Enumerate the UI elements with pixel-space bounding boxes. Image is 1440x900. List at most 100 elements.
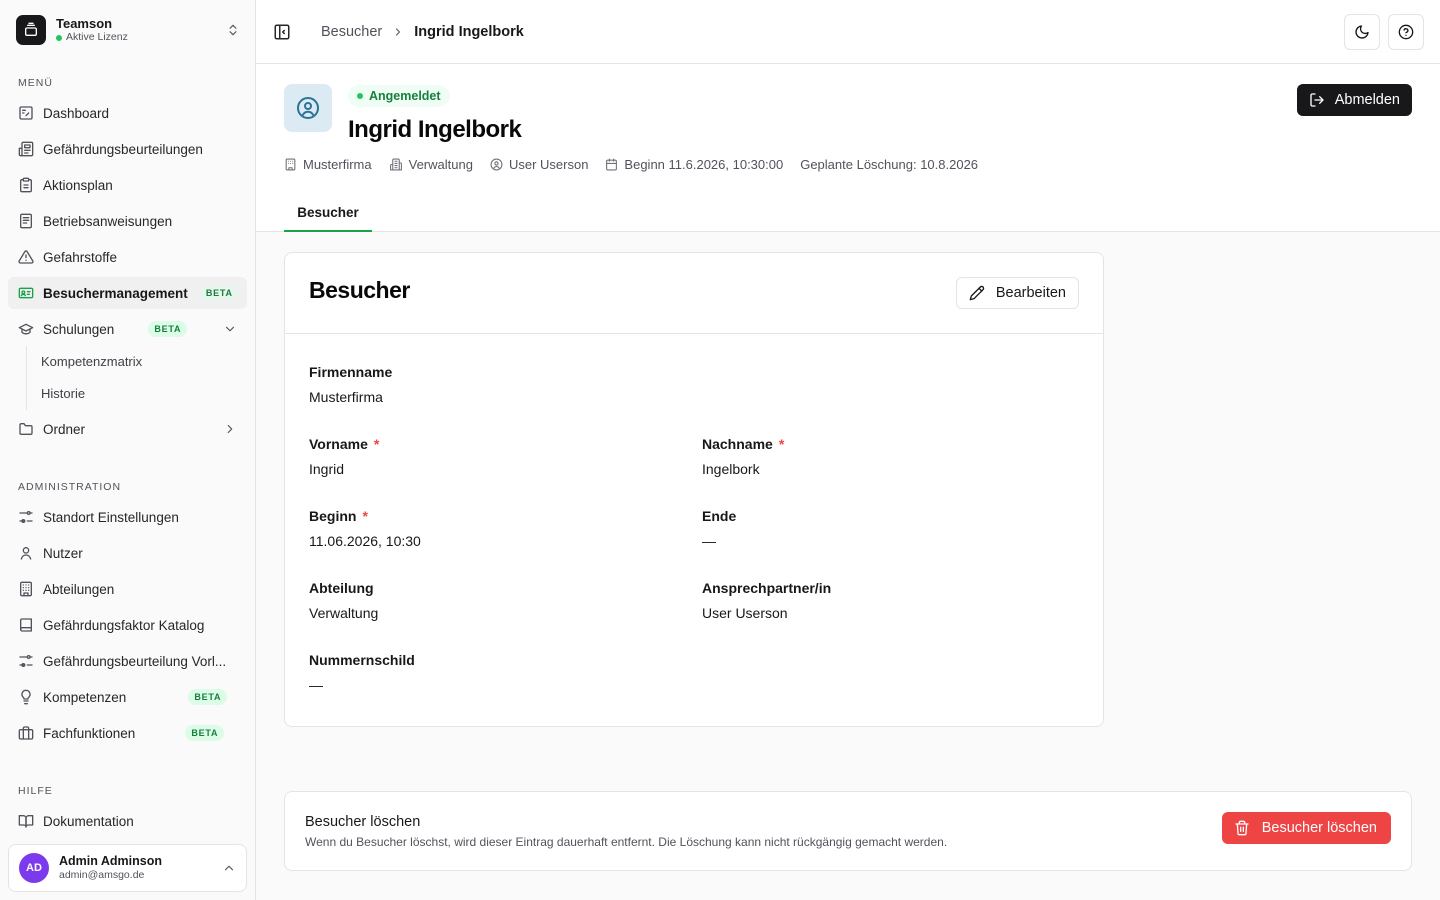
sidebar-item-standort-einstellungen[interactable]: Standort Einstellungen [8,501,247,533]
newspaper-icon [18,141,34,157]
beta-badge: BETA [185,725,225,741]
sidebar-item-dashboard[interactable]: Dashboard [8,97,247,129]
meta-begin: Beginn 11.6.2026, 10:30:00 [605,157,783,172]
sidebar-item-kompetenzen[interactable]: Kompetenzen BETA [8,681,247,713]
sidebar-item-schulungen[interactable]: Schulungen BETA [8,313,247,345]
buildings-icon [389,158,402,171]
building-icon [285,158,296,171]
meta-deletion-label: Geplante Löschung: 10.8.2026 [800,157,979,172]
delete-section-description: Wenn du Besucher löschst, wird dieser Ei… [305,835,948,849]
sidebar-item-fachfunktionen[interactable]: Fachfunktionen BETA [8,717,247,749]
help-circle-icon [1398,24,1414,40]
visitor-meta: Musterfirma Verwaltung User Userson Begi… [284,157,995,172]
section-label-administration: ADMINISTRATION [18,481,122,493]
sidebar-subitem-kompetenzmatrix[interactable]: Kompetenzmatrix [33,347,233,375]
building-icon [20,581,32,597]
sidebar-item-nutzer[interactable]: Nutzer [8,537,247,569]
meta-company: Musterfirma [284,157,372,172]
sidebar-item-dokumentation[interactable]: Dokumentation [8,805,247,837]
field-label: Firmenname [309,364,393,380]
file-text-icon [20,213,32,229]
sidebar-toggle-button[interactable] [272,22,292,42]
field-value: Ingrid [309,461,345,477]
briefcase-icon [18,726,34,740]
field-label: Vorname * [309,435,379,453]
field-label-text: Vorname [309,436,368,452]
book-open-icon [18,815,34,828]
field-value: — [702,533,716,549]
delete-visitor-button[interactable]: Besucher löschen [1221,812,1391,844]
sidebar-item-besuchermanagement[interactable]: Besuchermanagement BETA [8,277,247,309]
clipboard-icon [20,177,32,193]
field-value: Ingelbork [702,461,760,477]
sidebar-item-betriebsanweisungen[interactable]: Betriebsanweisungen [8,205,247,237]
required-marker: * [362,508,368,524]
chevron-up-icon [224,865,234,871]
breadcrumb: Besucher Ingrid Ingelbork [321,22,524,42]
sidebar-item-label: Gefährdungsbeurteilungen [43,141,203,157]
team-name: Teamson [56,16,113,31]
status-dot [357,93,363,99]
user-circle-icon [284,84,332,132]
sidebar-item-abteilungen[interactable]: Abteilungen [8,573,247,605]
field-label: Nachname * [702,435,784,453]
card-header: Besucher Bearbeiten [285,253,1103,334]
user-circle-icon [490,158,503,171]
field-value: 11.06.2026, 10:30 [309,533,421,549]
checkout-button[interactable]: Abmelden [1296,84,1412,116]
field-label-text: Nachname [702,436,773,452]
breadcrumb-parent-link[interactable]: Besucher [321,24,382,40]
theme-toggle-button[interactable] [1344,14,1380,50]
field-vorname: Vorname * Ingrid [309,435,379,478]
submenu-guide-line [26,346,27,410]
log-out-icon [1310,93,1324,107]
book-icon [20,618,32,632]
field-abteilung: Abteilung Verwaltung [309,579,378,622]
checkout-button-label: Abmelden [1334,92,1400,108]
beta-badge: BETA [148,321,188,337]
field-label: Ansprechpartner/in [702,580,832,596]
license-dot [56,34,62,41]
meta-department: Verwaltung [389,157,473,172]
delete-section-title: Besucher löschen [305,814,421,830]
tab-besucher[interactable]: Besucher [284,195,372,232]
avatar: AD [19,853,49,883]
pencil-icon [969,285,985,301]
field-label: Nummernschild [309,652,415,668]
beta-badge: BETA [199,285,239,301]
main-content: Besucher Ingrid Ingelbork Angemeldet Ing… [256,0,1440,900]
field-ansprechpartner: Ansprechpartner/in User Userson [702,579,831,622]
edit-button[interactable]: Bearbeiten [955,277,1079,309]
sidebar-item-ordner[interactable]: Ordner [8,413,247,445]
chevrons-up-down-icon [229,24,237,36]
sidebar-item-label: Nutzer [43,545,83,561]
help-button[interactable] [1388,14,1424,50]
sidebar-subitem-historie[interactable]: Historie [33,379,233,407]
sidebar-item-label: Gefährdungsbeurteilung Vorl... [43,653,227,669]
field-nummernschild: Nummernschild — [309,651,415,694]
team-switcher[interactable]: Teamson Aktive Lizenz [8,8,248,52]
sidebar-item-gefaehrdungsbeurteilung-vorlagen[interactable]: Gefährdungsbeurteilung Vorl... [8,645,247,677]
field-nachname: Nachname * Ingelbork [702,435,784,478]
field-label-text: Beginn [309,508,357,524]
sidebar-item-gefaehrdungsbeurteilungen[interactable]: Gefährdungsbeurteilungen [8,133,247,165]
sidebar-item-gefahrstoffe[interactable]: Gefahrstoffe [8,241,247,273]
meta-company-label: Musterfirma [303,157,372,172]
team-logo-icon [16,15,46,45]
required-marker: * [778,436,785,452]
warning-icon [18,250,34,264]
moon-icon [1355,25,1369,39]
visitor-details-card: Besucher Bearbeiten Firmenname Musterfir… [284,252,1104,727]
user-menu[interactable]: AD Admin Adminson admin@amsgo.de [8,844,247,892]
settings-sliders-icon [19,655,33,667]
sidebar-item-label: Besuchermanagement [43,285,188,301]
sidebar-item-aktionsplan[interactable]: Aktionsplan [8,169,247,201]
sidebar-item-label: Abteilungen [43,581,115,597]
panel-left-icon [274,24,290,40]
license-label: Aktive Lizenz [66,31,128,43]
calendar-icon [606,158,618,171]
sidebar-item-gefaehrdungsfaktor-katalog[interactable]: Gefährdungsfaktor Katalog [8,609,247,641]
chevron-right-icon [396,28,401,36]
license-status: Aktive Lizenz [56,31,226,44]
sidebar: Teamson Aktive Lizenz MENÜ Dashboard Gef… [0,0,256,900]
